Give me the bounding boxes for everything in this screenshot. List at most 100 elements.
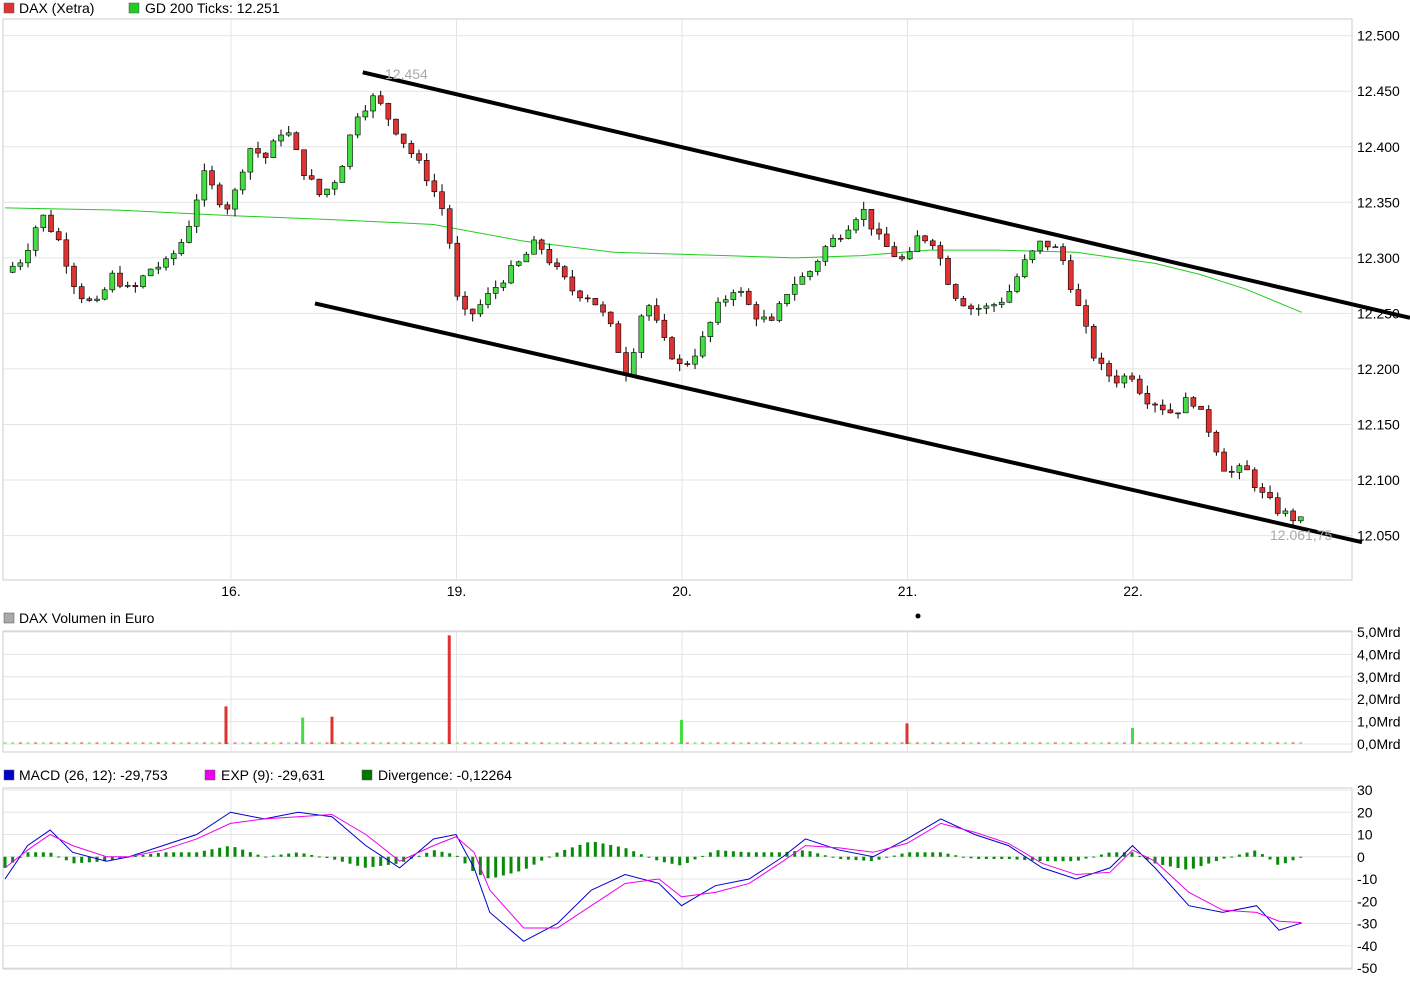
candle-body — [707, 322, 714, 337]
divergence-bar — [141, 854, 145, 857]
candle-body — [906, 251, 913, 260]
volume-tick-label: 2,0Mrd — [1357, 691, 1401, 707]
volume-bar — [992, 742, 996, 744]
volume-bar — [118, 742, 122, 744]
candle-body — [362, 110, 369, 118]
volume-bar — [1191, 742, 1195, 744]
volume-bar — [908, 742, 912, 744]
divergence-bar — [256, 854, 260, 857]
volume-tick-label: 4,0Mrd — [1357, 646, 1401, 662]
volume-legend-swatch — [3, 612, 15, 624]
volume-tick-label: 3,0Mrd — [1357, 669, 1401, 685]
divergence-bar — [149, 853, 153, 857]
divergence-bar — [609, 845, 613, 857]
divergence-bar — [1184, 856, 1188, 870]
divergence-bar — [87, 856, 91, 863]
candle-body — [753, 304, 760, 320]
divergence-bar — [563, 849, 567, 857]
divergence-bar — [271, 855, 275, 857]
volume-bar — [486, 742, 490, 744]
candle-body — [1090, 325, 1097, 359]
volume-bar — [1023, 742, 1027, 744]
candle-body — [1129, 375, 1135, 380]
volume-spike — [680, 719, 683, 744]
divergence-bar — [509, 856, 513, 874]
divergence-bar — [348, 856, 352, 864]
volume-bar — [624, 742, 628, 744]
candle-body — [876, 228, 882, 235]
price-panel-frame — [2, 18, 1353, 581]
volume-bar — [110, 742, 114, 744]
volume-bar — [831, 742, 835, 744]
candle-body — [1251, 469, 1258, 488]
volume-bar — [287, 742, 291, 744]
volume-bar — [747, 742, 751, 744]
divergence-bar — [578, 844, 582, 857]
volume-bar — [892, 742, 896, 744]
volume-bar — [1061, 742, 1065, 744]
candle-body — [1159, 404, 1166, 411]
candle-body — [101, 289, 108, 300]
volume-bar — [1299, 742, 1303, 744]
volume-bar — [1283, 742, 1287, 744]
volume-bar — [356, 742, 360, 744]
divergence-bar — [1107, 852, 1111, 857]
candle-body — [799, 276, 806, 285]
divergence-bar — [777, 852, 781, 857]
candle-body — [814, 261, 821, 272]
volume-bar — [1122, 742, 1126, 744]
candle-body — [462, 295, 468, 310]
divergence-bar — [1214, 856, 1218, 862]
volume-bar — [1115, 742, 1119, 744]
macd-tick-label: -20 — [1357, 893, 1377, 909]
divergence-bar — [218, 847, 222, 857]
divergence-bar — [1176, 856, 1180, 868]
candle-body — [270, 140, 277, 158]
candle-body — [761, 316, 767, 320]
divergence-bar — [187, 852, 191, 857]
price-tick-label: 12.150 — [1357, 416, 1400, 432]
divergence-bar — [869, 856, 873, 862]
candle-body — [1083, 305, 1089, 327]
divergence-bar — [363, 856, 367, 868]
volume-bar — [716, 742, 720, 744]
divergence-bar — [264, 856, 268, 858]
divergence-bar — [524, 856, 528, 869]
candle-body — [1290, 510, 1296, 522]
volume-bar — [41, 742, 45, 744]
divergence-bar — [892, 855, 896, 857]
volume-bar — [1176, 742, 1180, 744]
volume-bar — [517, 742, 521, 744]
divergence-bar — [632, 851, 636, 857]
candle-body — [232, 189, 238, 210]
divergence-bar — [179, 852, 183, 857]
price-x-tick-label: 16. — [221, 583, 240, 599]
candle-body — [607, 311, 614, 325]
volume-bar — [64, 742, 68, 744]
candle-body — [86, 298, 93, 301]
volume-bar — [432, 742, 436, 744]
divergence-bar — [1168, 856, 1172, 867]
volume-bar — [1199, 742, 1203, 744]
macd-tick-label: 10 — [1357, 827, 1373, 843]
candle-body — [393, 118, 399, 135]
candle-body — [1152, 403, 1158, 406]
volume-bar — [1268, 742, 1272, 744]
macd-tick-label: -50 — [1357, 960, 1377, 976]
volume-bar — [1138, 742, 1142, 744]
volume-bar — [900, 742, 904, 744]
volume-spike — [1131, 727, 1134, 744]
volume-bar — [1053, 742, 1057, 744]
divergence-bar — [494, 856, 498, 878]
divergence-bar — [1276, 856, 1280, 865]
candle-body — [239, 171, 246, 191]
divergence-bar — [693, 856, 697, 860]
candle-body — [945, 258, 951, 285]
divergence-bar — [647, 856, 651, 858]
volume-bar — [1260, 742, 1264, 744]
volume-bar — [233, 742, 237, 744]
divergence-bar — [823, 855, 827, 857]
volume-bar — [532, 742, 536, 744]
divergence-bar — [455, 855, 459, 857]
macd-tick-label: -30 — [1357, 916, 1377, 932]
